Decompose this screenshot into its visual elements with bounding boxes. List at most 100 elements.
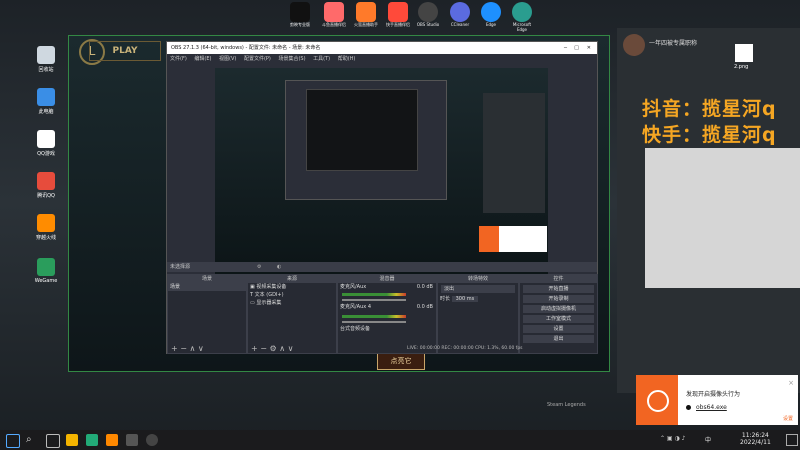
app-dark-icon[interactable]	[126, 434, 138, 446]
audio-meter	[342, 315, 406, 318]
shortcut-microsoft-edge[interactable]: Microsoft Edge	[508, 2, 536, 32]
menu-file[interactable]: 文件(F)	[170, 56, 187, 62]
desktop-icon-this-pc[interactable]: 此电脑	[26, 88, 66, 115]
ime-indicator[interactable]: 中	[705, 435, 711, 444]
menu-tools[interactable]: 工具(T)	[313, 56, 330, 62]
source-item[interactable]: T 文本 (GDI+)	[248, 291, 336, 299]
sources-toolbar: + − ⚙ ∧ ∨	[248, 344, 336, 353]
windows-start-icon[interactable]	[6, 434, 20, 448]
duration-input[interactable]: 300 ms	[451, 296, 479, 302]
source-gear-icon[interactable]: ⚙	[270, 344, 277, 353]
obs-menubar: 文件(F) 编辑(E) 视图(V) 配置文件(P) 场景集合(S) 工具(T) …	[167, 54, 597, 64]
desktop-icon-cf[interactable]: 穿越火线	[26, 214, 66, 241]
add-scene-icon[interactable]: +	[171, 344, 178, 353]
audio-meter	[342, 293, 406, 296]
no-source-label: 未选择源	[170, 264, 191, 270]
shortcut-douyu[interactable]: 斗鱼直播伴侣	[320, 2, 348, 28]
move-down-icon[interactable]: ∨	[198, 344, 204, 353]
search-icon[interactable]: ⌕	[26, 434, 38, 446]
mixer-dock: 混音器 麦克风/Aux 0.0 dB 麦克风/Aux 4 0.0 dB 台式音频设备	[337, 274, 437, 354]
app-g-icon[interactable]	[86, 434, 98, 446]
close-icon[interactable]: ×	[788, 379, 794, 387]
source-item[interactable]: ▭ 显示器采集	[248, 299, 336, 307]
recycle-bin-icon	[37, 46, 55, 64]
crossfire-icon	[37, 214, 55, 232]
studio-mode-button[interactable]: 工作室模式	[523, 315, 594, 323]
filters-icon[interactable]: ◐	[277, 262, 281, 272]
menu-edit[interactable]: 编辑(E)	[194, 56, 211, 62]
shortcut-huoying[interactable]: 火萤直播助手	[352, 2, 380, 28]
obs-statusbar: LIVE: 00:00:00 REC: 00:00:00 CPU: 1.3%, …	[407, 346, 523, 351]
transition-duration: 时长 300 ms	[438, 295, 518, 303]
mixer-channel: 麦克风/Aux 4 0.0 dB	[340, 304, 433, 310]
move-up-icon[interactable]: ∧	[190, 344, 196, 353]
explorer-icon[interactable]	[66, 434, 78, 446]
date: 2022/4/11	[740, 439, 771, 446]
app-orange-icon[interactable]	[106, 434, 118, 446]
remove-source-icon[interactable]: −	[260, 344, 267, 353]
add-source-icon[interactable]: +	[251, 344, 258, 353]
transition-select[interactable]: 淡出	[441, 285, 515, 293]
move-down-icon[interactable]: ∨	[288, 344, 294, 353]
menu-scene-collection[interactable]: 场景集合(S)	[278, 56, 305, 62]
menu-help[interactable]: 帮助(H)	[338, 56, 356, 62]
desktop-icon-qq[interactable]: 腾讯QQ	[26, 172, 66, 199]
exit-button[interactable]: 退出	[523, 335, 594, 343]
edge-icon	[481, 2, 501, 22]
controls-header: 控件	[520, 275, 597, 283]
transitions-dock: 转场特效 淡出 时长 300 ms	[437, 274, 519, 354]
shortcut-kuaishou[interactable]: 快手直播伴侣	[384, 2, 412, 28]
menu-profile[interactable]: 配置文件(P)	[244, 56, 271, 62]
settings-button[interactable]: 设置	[523, 325, 594, 333]
camera-notification[interactable]: 发现开启摄像头行为 obs64.exe × 设置	[636, 375, 798, 425]
obs-preview[interactable]	[215, 68, 548, 290]
desktop-icon-wegame[interactable]: WeGame	[26, 258, 66, 284]
desktop-icon-qq-game[interactable]: QQ游戏	[26, 130, 66, 157]
start-streaming-button[interactable]: 开始直播	[523, 285, 594, 293]
notification-settings-link[interactable]: 设置	[783, 415, 793, 422]
obs-taskbar-icon[interactable]	[146, 434, 158, 446]
game-footer: Steam Legends	[547, 402, 586, 408]
scenes-dock: 场景 场景 + − ∧ ∨	[167, 274, 247, 354]
play-button[interactable]: PLAY	[89, 41, 161, 61]
shortcut-jianying[interactable]: 剪映专业版	[286, 2, 314, 28]
transitions-header: 转场特效	[438, 275, 518, 283]
obs-window: OBS 27.1.3 (64-bit, windows) - 配置文件: 未命名…	[166, 41, 598, 354]
time: 11:26:24	[741, 432, 769, 439]
sources-header: 来源	[248, 275, 336, 283]
computer-icon	[37, 88, 55, 106]
properties-gear-icon[interactable]: ⚙	[257, 262, 261, 272]
kuaishou-overlay: 快手：揽星河q	[642, 124, 777, 146]
shortcut-edge[interactable]: Edge	[477, 2, 505, 27]
nested-obs-preview	[285, 80, 447, 200]
scene-item[interactable]: 场景	[168, 283, 246, 291]
taskbar: ⌕ ⌃ ▣ ◑ ♪ 中 11:26:24 2022/4/11	[0, 430, 800, 450]
notification-center-icon[interactable]	[786, 434, 798, 446]
source-item[interactable]: ▣ 视频采集设备	[248, 283, 336, 291]
close-button[interactable]: ✕	[587, 42, 591, 54]
shortcut-ccleaner[interactable]: CCleaner	[446, 2, 474, 27]
move-up-icon[interactable]: ∧	[279, 344, 285, 353]
remove-scene-icon[interactable]: −	[180, 344, 187, 353]
desktop-icon-recycle-bin[interactable]: 回收站	[26, 46, 66, 73]
chat-header: 一年四被专属职称	[649, 40, 698, 47]
confirm-button[interactable]: 点亮它	[377, 352, 425, 370]
task-view-icon[interactable]	[46, 434, 60, 448]
clock[interactable]: 11:26:24 2022/4/11	[740, 432, 771, 446]
shortcut-obs[interactable]: OBS Studio	[414, 2, 442, 27]
ccleaner-icon	[450, 2, 470, 22]
tray-icons[interactable]: ⌃ ▣ ◑ ♪	[660, 435, 685, 442]
mixer-channel: 台式音频设备	[340, 326, 371, 332]
scenes-toolbar: + − ∧ ∨	[168, 344, 246, 353]
volume-slider[interactable]	[342, 299, 406, 301]
image-file-icon[interactable]	[735, 44, 753, 62]
menu-view[interactable]: 视图(V)	[219, 56, 236, 62]
volume-slider[interactable]	[342, 321, 406, 323]
avatar	[623, 34, 645, 56]
virtual-camera-button[interactable]: 启动虚拟摄像机	[523, 305, 594, 313]
maximize-button[interactable]: □	[574, 42, 579, 54]
minimize-button[interactable]: ─	[564, 42, 567, 54]
start-recording-button[interactable]: 开始录制	[523, 295, 594, 303]
microsoft-edge-icon	[512, 2, 532, 22]
notification-app[interactable]: obs64.exe	[696, 404, 727, 411]
